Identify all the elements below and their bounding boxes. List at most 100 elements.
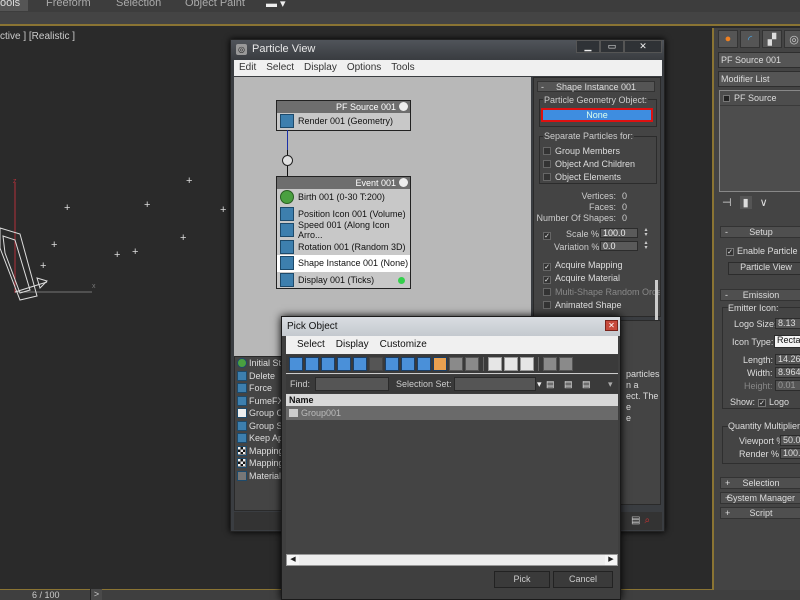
- close-button[interactable]: ✕: [624, 40, 662, 53]
- spacewarp-filter-icon[interactable]: [369, 357, 383, 371]
- menu-tools[interactable]: Tools: [386, 60, 419, 76]
- setup-rollout-header[interactable]: - Setup: [720, 226, 800, 238]
- modifier-list-dropdown[interactable]: Modifier List: [718, 71, 800, 87]
- emission-rollout-header[interactable]: - Emission: [720, 289, 800, 301]
- minimize-button[interactable]: ▁: [576, 40, 600, 53]
- scale-spinner[interactable]: ▴ ▾: [643, 227, 649, 238]
- menu-customize[interactable]: Customize: [369, 336, 427, 354]
- node-title[interactable]: Event 001: [277, 177, 410, 189]
- animated-shape-checkbox[interactable]: Animated Shape: [543, 300, 622, 310]
- menu-select[interactable]: Select: [286, 336, 325, 354]
- tab-tools[interactable]: ools: [0, 0, 28, 11]
- acquire-mapping-checkbox[interactable]: ✓ Acquire Mapping: [543, 260, 623, 271]
- shape-instance-rollout-header[interactable]: - Shape Instance 001: [537, 81, 655, 92]
- scroll-right-arrow[interactable]: ▶: [605, 555, 617, 565]
- menu-edit[interactable]: Edit: [234, 60, 261, 76]
- filter-funnel-icon[interactable]: [543, 357, 557, 371]
- event-input-connector[interactable]: [282, 155, 293, 166]
- horizontal-scrollbar[interactable]: ◀ ▶: [286, 554, 618, 566]
- acquire-material-checkbox[interactable]: ✓ Acquire Material: [543, 273, 620, 284]
- menu-options[interactable]: Options: [342, 60, 386, 76]
- select-all-icon[interactable]: [488, 357, 502, 371]
- remove-from-set-icon[interactable]: ▤: [582, 379, 591, 390]
- show-logo-checkbox[interactable]: ✓ Logo: [758, 397, 789, 407]
- create-selection-set-icon[interactable]: ▤: [546, 379, 555, 390]
- pick-button[interactable]: Pick: [494, 571, 550, 588]
- width-input[interactable]: 8.964: [775, 367, 800, 378]
- length-input[interactable]: 14.264: [775, 354, 800, 365]
- tab-freeform[interactable]: Freeform: [46, 0, 91, 9]
- render-percent-input[interactable]: 100.0: [780, 448, 800, 459]
- group-members-checkbox[interactable]: Group Members: [543, 146, 620, 156]
- scroll-left-arrow[interactable]: ◀: [287, 555, 299, 565]
- cancel-button[interactable]: Cancel: [553, 571, 613, 588]
- name-column-header[interactable]: Name: [286, 394, 618, 406]
- shape-filter-icon[interactable]: [305, 357, 319, 371]
- object-elements-checkbox[interactable]: Object Elements: [543, 172, 621, 182]
- variation-spinner[interactable]: ▴ ▾: [643, 240, 649, 251]
- particle-geometry-none-button[interactable]: None: [541, 108, 653, 122]
- variation-input[interactable]: 0.0: [600, 241, 638, 251]
- menu-display[interactable]: Display: [299, 60, 342, 76]
- lightbulb-icon[interactable]: [399, 102, 408, 111]
- modify-icon[interactable]: ◜: [740, 30, 760, 48]
- camera-filter-icon[interactable]: [337, 357, 351, 371]
- hidden-filter-icon[interactable]: [465, 357, 479, 371]
- make-unique-icon[interactable]: ∨: [760, 196, 768, 209]
- scale-input[interactable]: 100.0: [600, 228, 638, 238]
- zoom-region-icon[interactable]: ⌕: [644, 515, 650, 526]
- icon-type-dropdown[interactable]: Rectan: [774, 335, 800, 348]
- node-title[interactable]: PF Source 001: [277, 101, 410, 113]
- object-name-field[interactable]: PF Source 001: [718, 52, 800, 68]
- container-filter-icon[interactable]: [433, 357, 447, 371]
- viewport-percent-input[interactable]: 50.0: [780, 435, 800, 446]
- motion-icon[interactable]: ◎: [784, 30, 800, 48]
- visibility-icon[interactable]: [723, 95, 730, 103]
- particle-view-button[interactable]: Particle View: [728, 262, 800, 275]
- group-filter-icon[interactable]: [385, 357, 399, 371]
- pin-stack-icon[interactable]: ⊣: [722, 196, 732, 209]
- stack-item[interactable]: PF Source: [720, 91, 800, 106]
- operator-rotation[interactable]: Rotation 001 (Random 3D): [277, 239, 410, 256]
- operator-shape-instance[interactable]: Shape Instance 001 (None): [277, 255, 410, 272]
- object-list-row[interactable]: Group001: [286, 406, 618, 420]
- operator-birth[interactable]: Birth 001 (0-30 T:200): [277, 189, 410, 206]
- menu-display[interactable]: Display: [325, 336, 369, 354]
- tab-selection[interactable]: Selection: [116, 0, 161, 9]
- geometry-filter-icon[interactable]: [289, 357, 303, 371]
- lightbulb-icon[interactable]: [399, 178, 408, 187]
- hierarchy-icon[interactable]: ▞: [762, 30, 782, 48]
- enable-particle-emission-checkbox[interactable]: ✓Enable Particle Em: [726, 246, 800, 256]
- find-input[interactable]: [315, 377, 389, 391]
- selection-rollout-header[interactable]: + Selection: [720, 477, 800, 489]
- pick-object-titlebar[interactable]: Pick Object ✕: [282, 317, 620, 336]
- multi-shape-random-order-checkbox[interactable]: Multi-Shape Random Order: [543, 287, 660, 297]
- display-options-icon[interactable]: [559, 357, 573, 371]
- pf-source-node[interactable]: PF Source 001 Render 001 (Geometry): [276, 100, 411, 131]
- xref-filter-icon[interactable]: [401, 357, 415, 371]
- show-end-result-icon[interactable]: ▮: [739, 196, 752, 209]
- script-rollout-header[interactable]: + Script: [720, 507, 800, 519]
- selection-set-dropdown[interactable]: [454, 377, 536, 391]
- operator-speed[interactable]: Speed 001 (Along Icon Arro...: [277, 220, 410, 240]
- select-none-icon[interactable]: [504, 357, 518, 371]
- pan-icon[interactable]: ▤: [631, 515, 640, 526]
- create-icon[interactable]: ●: [718, 30, 738, 48]
- tab-object-paint[interactable]: Object Paint: [185, 0, 245, 9]
- close-button[interactable]: ✕: [605, 320, 618, 331]
- particle-view-titlebar[interactable]: ◎ Particle View ▁ ▭ ✕: [231, 40, 664, 59]
- object-and-children-checkbox[interactable]: Object And Children: [543, 159, 635, 169]
- scale-checkbox[interactable]: ✓: [543, 229, 555, 240]
- bone-filter-icon[interactable]: [417, 357, 431, 371]
- operator-display[interactable]: Display 001 (Ticks): [277, 272, 410, 289]
- next-frame-button[interactable]: >: [90, 589, 102, 600]
- helper-filter-icon[interactable]: [353, 357, 367, 371]
- height-input[interactable]: 0.01: [775, 380, 800, 391]
- frozen-filter-icon[interactable]: [449, 357, 463, 371]
- add-to-set-icon[interactable]: ▤: [564, 379, 573, 390]
- light-filter-icon[interactable]: [321, 357, 335, 371]
- menu-select[interactable]: Select: [261, 60, 299, 76]
- system-management-rollout-header[interactable]: + System Manager: [720, 492, 800, 504]
- options-dropdown-icon[interactable]: ▾: [608, 379, 613, 390]
- select-invert-icon[interactable]: [520, 357, 534, 371]
